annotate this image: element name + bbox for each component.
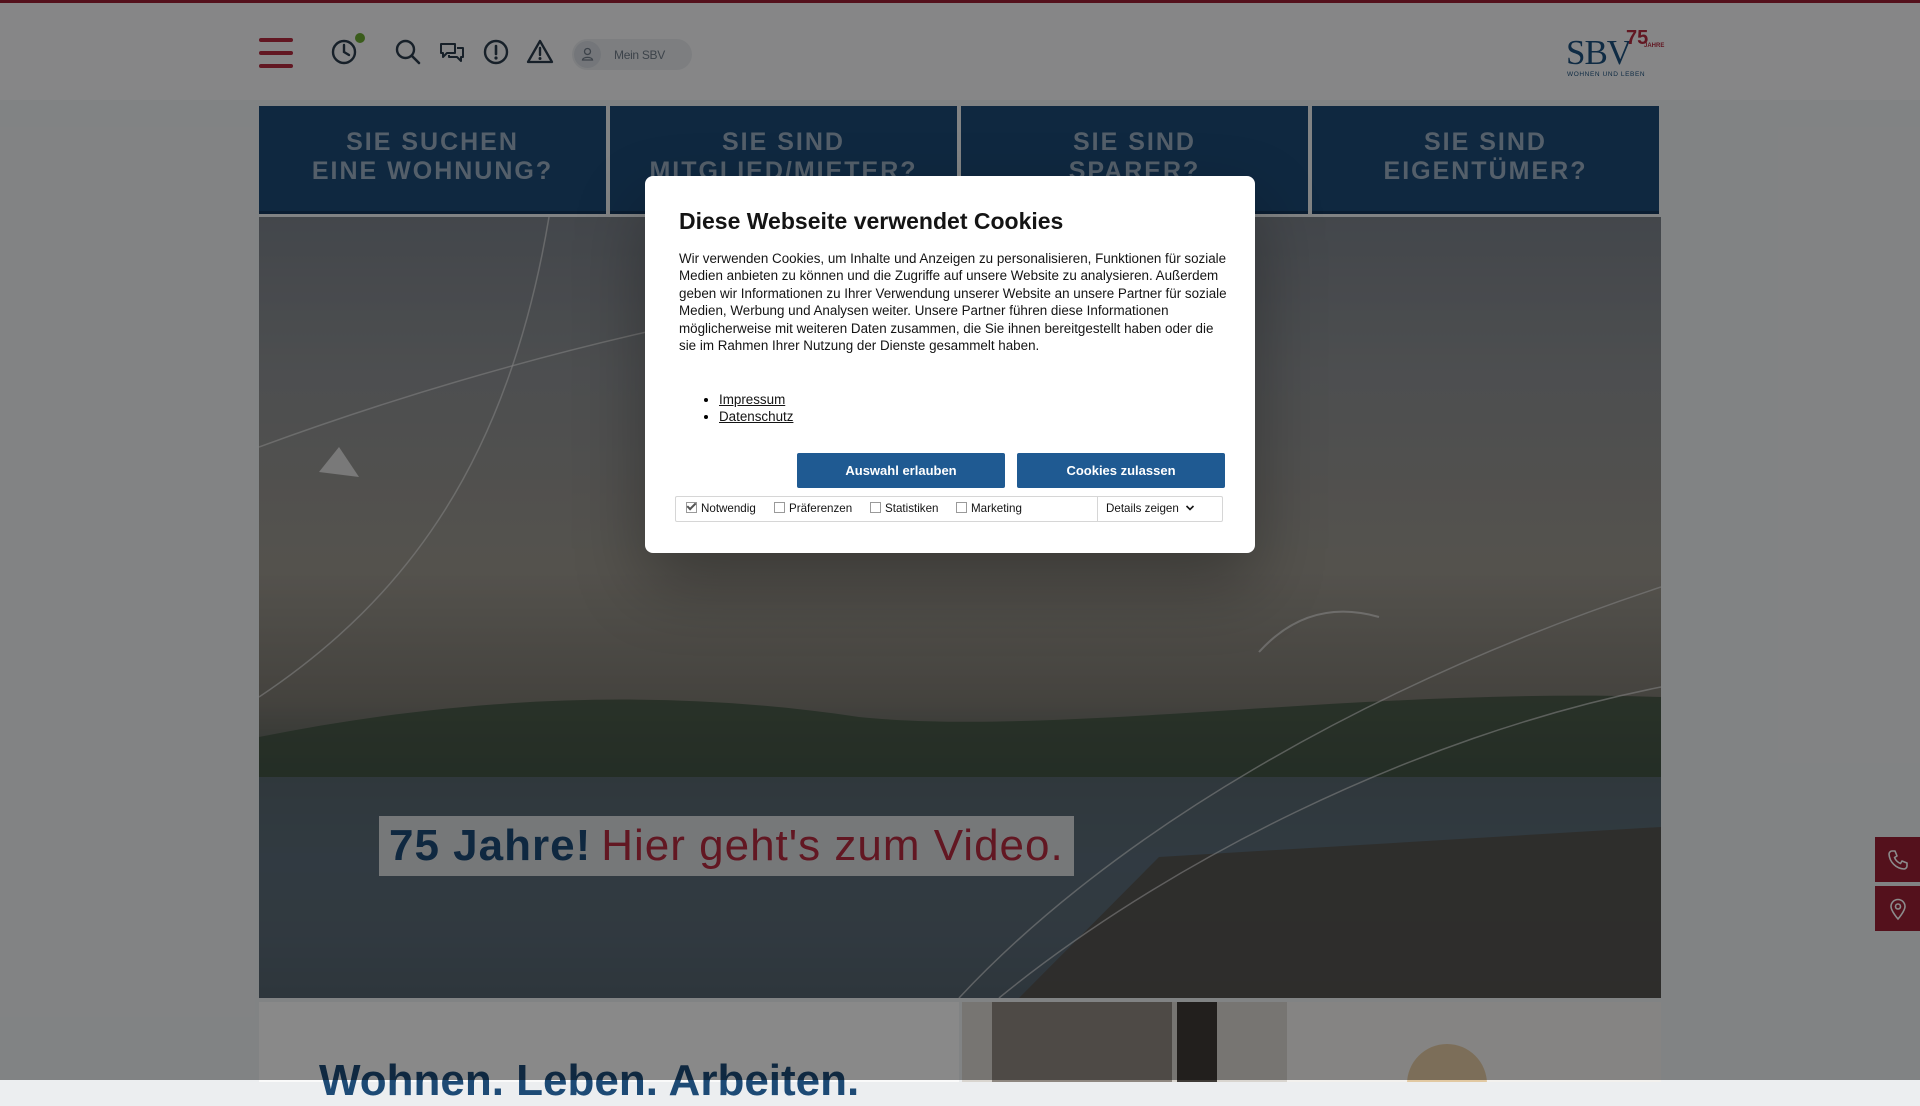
checkbox-label: Präferenzen	[789, 502, 853, 515]
checkbox-praeferenzen[interactable]: Präferenzen	[774, 502, 852, 515]
checkbox-label: Marketing	[971, 502, 1022, 515]
cookie-bar-divider	[1097, 497, 1098, 521]
cookie-dialog-text: Wir verwenden Cookies, um Inhalte und An…	[679, 251, 1227, 354]
checkbox-notwendig[interactable]: Notwendig	[686, 502, 756, 515]
datenschutz-link[interactable]: Datenschutz	[719, 409, 793, 424]
checkbox-checked-icon	[686, 502, 697, 513]
cookie-category-bar: Notwendig Präferenzen Statistiken Market…	[675, 496, 1223, 522]
allow-selection-button[interactable]: Auswahl erlauben	[797, 453, 1005, 488]
impressum-link[interactable]: Impressum	[719, 392, 785, 407]
checkbox-label: Notwendig	[701, 502, 756, 515]
cookie-consent-dialog: Diese Webseite verwendet Cookies Wir ver…	[645, 176, 1255, 553]
checkbox-label: Statistiken	[885, 502, 939, 515]
details-label: Details zeigen	[1106, 502, 1179, 515]
checkbox-statistiken[interactable]: Statistiken	[870, 502, 939, 515]
checkbox-marketing[interactable]: Marketing	[956, 502, 1022, 515]
allow-all-cookies-button[interactable]: Cookies zulassen	[1017, 453, 1225, 488]
cookie-links: Impressum Datenschutz	[679, 391, 793, 426]
chevron-down-icon	[1185, 505, 1194, 511]
checkbox-unchecked-icon	[870, 502, 881, 513]
checkbox-unchecked-icon	[774, 502, 785, 513]
details-toggle[interactable]: Details zeigen	[1106, 502, 1195, 515]
cookie-dialog-title: Diese Webseite verwendet Cookies	[679, 208, 1064, 234]
checkbox-unchecked-icon	[956, 502, 967, 513]
